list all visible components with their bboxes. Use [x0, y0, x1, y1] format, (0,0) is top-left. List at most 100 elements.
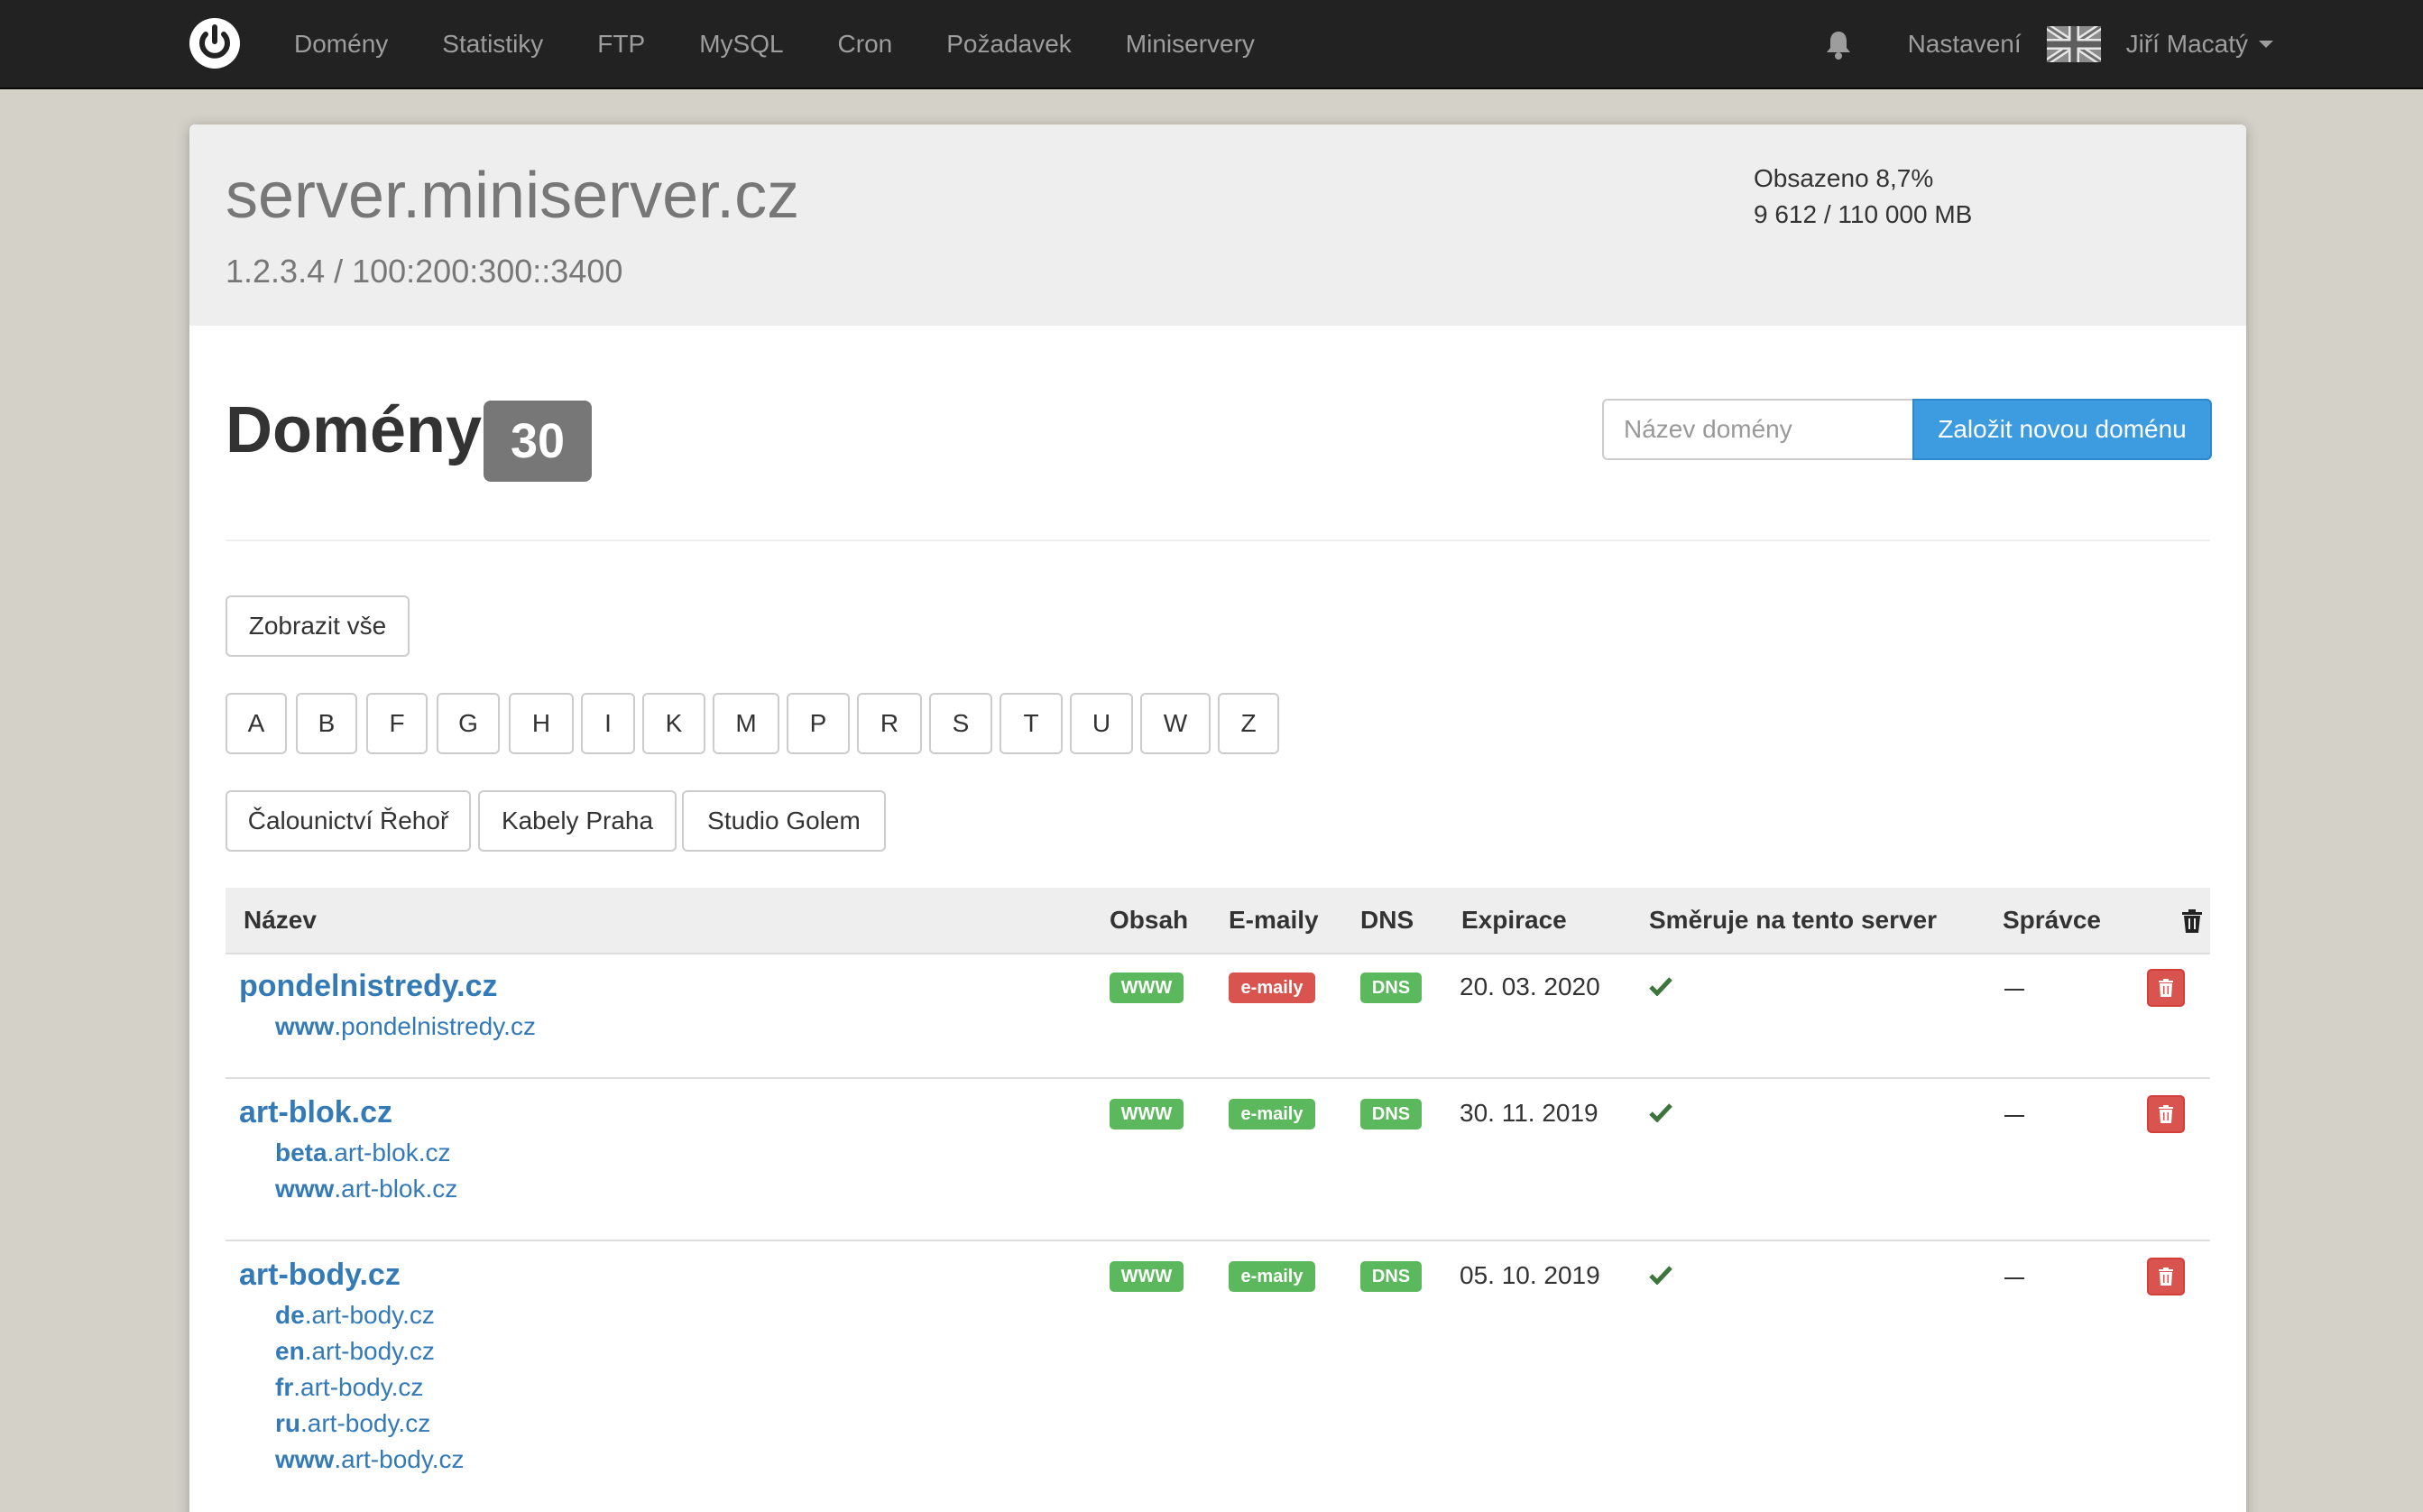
subdomain-suffix: .art-blok.cz: [327, 1139, 451, 1166]
nav-settings[interactable]: Nastavení: [1908, 30, 2022, 59]
user-menu[interactable]: Jiří Macatý: [2126, 30, 2273, 59]
nav-item-statistiky[interactable]: Statistiky: [442, 30, 543, 59]
trash-icon: [2159, 1268, 2173, 1286]
subdomain-link[interactable]: ru.art-body.cz: [275, 1409, 430, 1438]
bell-icon[interactable]: [1825, 29, 1852, 60]
expiry-date: 05. 10. 2019: [1460, 1261, 1600, 1289]
subdomain-prefix: de: [275, 1301, 305, 1329]
dns-label[interactable]: DNS: [1360, 973, 1422, 1003]
subdomain-link[interactable]: de.art-body.cz: [275, 1301, 435, 1330]
letter-filter-a[interactable]: A: [226, 693, 287, 754]
check-icon: [1649, 977, 1672, 996]
letter-filter-u[interactable]: U: [1070, 693, 1133, 754]
client-filter-studio-golem[interactable]: Studio Golem: [682, 790, 886, 852]
letter-filter-g[interactable]: G: [437, 693, 500, 754]
letter-filter-r[interactable]: R: [857, 693, 922, 754]
subdomain-suffix: .pondelnistredy.cz: [334, 1012, 536, 1040]
subdomain-link[interactable]: www.art-blok.cz: [275, 1175, 457, 1203]
letter-filter-i[interactable]: I: [581, 693, 635, 754]
client-filter-calounictvi-rehor[interactable]: Čalounictví Řehoř: [226, 790, 471, 852]
row-divider: [226, 1077, 2210, 1079]
subdomain-suffix: .art-body.cz: [304, 1337, 435, 1365]
letter-filter-p[interactable]: P: [787, 693, 850, 754]
uk-flag-icon[interactable]: [2046, 25, 2101, 62]
letter-filter-f[interactable]: F: [366, 693, 428, 754]
subdomain-link[interactable]: www.art-body.cz: [275, 1445, 465, 1474]
row-divider: [226, 1240, 2210, 1241]
subdomain-suffix: .art-blok.cz: [334, 1175, 458, 1203]
client-filter-kabely-praha[interactable]: Kabely Praha: [478, 790, 677, 852]
user-name: Jiří Macatý: [2125, 29, 2248, 58]
letter-filter-s[interactable]: S: [929, 693, 992, 754]
show-all-button[interactable]: Zobrazit vše: [226, 595, 410, 657]
subdomain-link[interactable]: www.pondelnistredy.cz: [275, 1012, 536, 1041]
subdomain-link[interactable]: en.art-body.cz: [275, 1337, 435, 1366]
navbar: Domény Statistiky FTP MySQL Cron Požadav…: [0, 0, 2423, 89]
col-header-nazev[interactable]: Název: [244, 888, 317, 953]
domains-table-header: Název Obsah E-maily DNS Expirace Směruje…: [226, 888, 2210, 954]
subdomain-link[interactable]: fr.art-body.cz: [275, 1373, 423, 1402]
delete-domain-button[interactable]: [2147, 969, 2185, 1007]
letter-filter-t[interactable]: T: [1000, 693, 1063, 754]
letter-filter-z[interactable]: Z: [1218, 693, 1279, 754]
admin-empty-dash: [2004, 1115, 2024, 1117]
nav-item-domeny[interactable]: Domény: [294, 30, 388, 59]
www-label[interactable]: WWW: [1110, 1261, 1184, 1292]
subdomain-prefix: fr: [275, 1373, 294, 1401]
expiry-date: 30. 11. 2019: [1460, 1099, 1598, 1127]
subdomain-suffix: .art-body.cz: [293, 1373, 424, 1401]
nav-item-pozadavek[interactable]: Požadavek: [946, 30, 1072, 59]
subdomain-prefix: www: [275, 1175, 335, 1203]
trash-icon: [2182, 909, 2202, 933]
caret-down-icon: [2259, 40, 2273, 48]
www-label[interactable]: WWW: [1110, 1099, 1184, 1129]
create-domain-button[interactable]: Založit novou doménu: [1912, 399, 2212, 460]
letter-filter-w[interactable]: W: [1140, 693, 1211, 754]
letter-filter-m[interactable]: M: [713, 693, 779, 754]
domain-name-link[interactable]: pondelnistredy.cz: [239, 969, 498, 1004]
nav-item-mysql[interactable]: MySQL: [699, 30, 783, 59]
col-header-spravce: Správce: [2003, 906, 2101, 934]
letter-filter-b[interactable]: B: [296, 693, 357, 754]
check-icon: [1649, 1103, 1672, 1122]
nav-item-cron[interactable]: Cron: [838, 30, 893, 59]
trash-icon: [2159, 1105, 2173, 1123]
disk-usage-mb: 9 612 / 110 000 MB: [1754, 200, 1973, 228]
domain-count-badge: 30: [484, 401, 592, 482]
server-ip: 1.2.3.4 / 100:200:300::3400: [226, 253, 623, 290]
divider: [226, 539, 2210, 541]
nav-item-ftp[interactable]: FTP: [597, 30, 645, 59]
domain-name-link[interactable]: art-body.cz: [239, 1258, 401, 1293]
domain-name-input[interactable]: [1602, 399, 1914, 460]
subdomain-prefix: www: [275, 1012, 335, 1040]
subdomain-prefix: en: [275, 1337, 305, 1365]
server-name: server.miniserver.cz: [226, 160, 800, 232]
col-header-smeruje: Směruje na tento server: [1649, 906, 1938, 934]
emails-label[interactable]: e-maily: [1229, 973, 1315, 1003]
power-logo-icon[interactable]: [188, 16, 242, 70]
emails-label[interactable]: e-maily: [1229, 1099, 1315, 1129]
letter-filter-h[interactable]: H: [509, 693, 574, 754]
www-label[interactable]: WWW: [1110, 973, 1184, 1003]
subdomain-suffix: .art-body.cz: [334, 1445, 465, 1473]
delete-domain-button[interactable]: [2147, 1095, 2185, 1133]
subdomain-prefix: www: [275, 1445, 335, 1473]
subdomain-suffix: .art-body.cz: [304, 1301, 435, 1329]
letter-filter-k[interactable]: K: [642, 693, 705, 754]
subdomain-prefix: ru: [275, 1409, 300, 1437]
dns-label[interactable]: DNS: [1360, 1261, 1422, 1292]
nav-item-miniservery[interactable]: Miniservery: [1126, 30, 1255, 59]
domain-name-link[interactable]: art-blok.cz: [239, 1095, 392, 1130]
col-header-obsah: Obsah: [1110, 906, 1189, 934]
nav-menu: Domény Statistiky FTP MySQL Cron Požadav…: [294, 0, 1309, 88]
admin-empty-dash: [2004, 989, 2024, 991]
delete-domain-button[interactable]: [2147, 1258, 2185, 1295]
subdomain-link[interactable]: beta.art-blok.cz: [275, 1139, 451, 1167]
col-header-expirace[interactable]: Expirace: [1461, 888, 1567, 953]
admin-empty-dash: [2004, 1277, 2024, 1279]
emails-label[interactable]: e-maily: [1229, 1261, 1315, 1292]
page-title: Domény: [226, 394, 483, 466]
dns-label[interactable]: DNS: [1360, 1099, 1422, 1129]
trash-icon: [2159, 979, 2173, 997]
col-header-dns: DNS: [1360, 906, 1414, 934]
